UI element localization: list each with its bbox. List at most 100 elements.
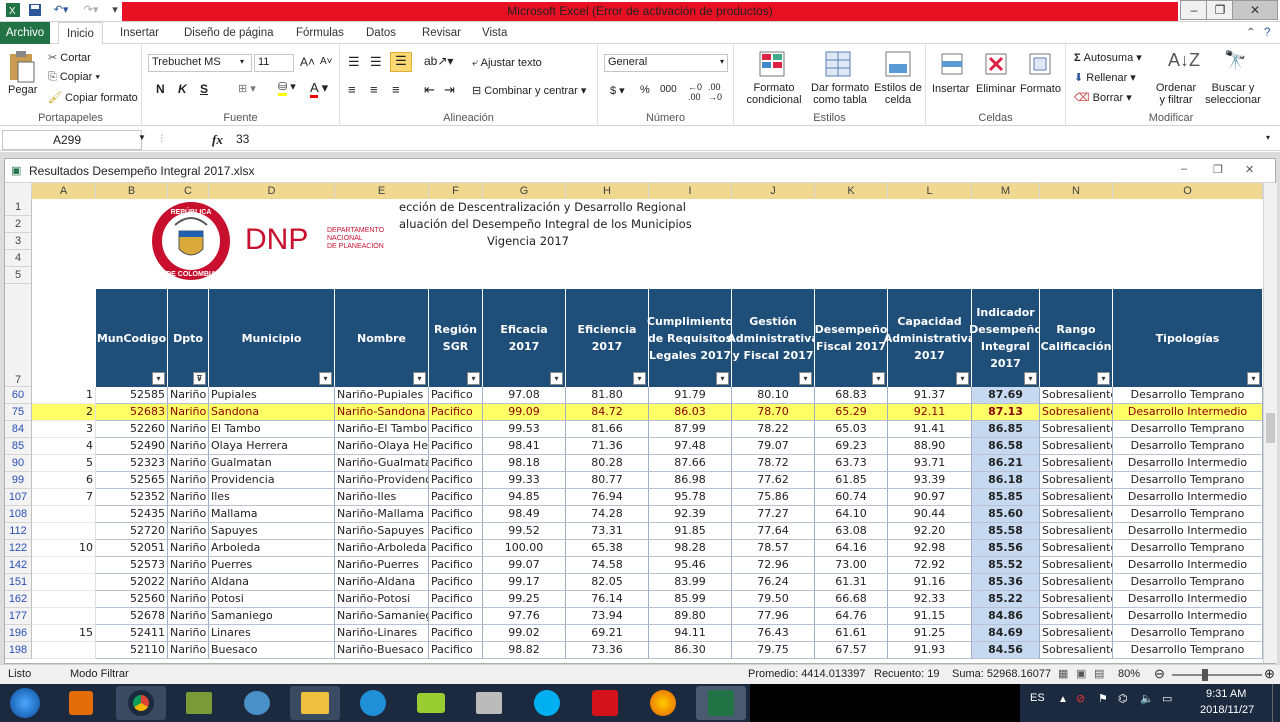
tab-formulas[interactable]: Fórmulas [288,22,352,44]
paste-icon[interactable] [8,50,36,87]
filter-dropdown-icon[interactable]: ▾ [872,372,885,385]
fill-color-icon[interactable]: ⛁ ▾ [278,80,296,96]
cell-n[interactable]: Sobresaliente [1040,574,1113,591]
row-header[interactable]: 107 [5,489,32,506]
cell-o[interactable]: Desarrollo Intermedio [1113,489,1263,506]
row-header[interactable]: 60 [5,387,32,404]
flag-tray-icon[interactable]: ⚑ [1098,692,1108,705]
cell-c[interactable]: Nariño [168,523,209,540]
delete-button[interactable]: Eliminar [976,83,1016,95]
cell-g[interactable]: 98.41 [483,438,566,455]
row-header[interactable]: 3 [5,233,32,250]
cell-n[interactable]: Sobresaliente [1040,642,1113,659]
delete-cells-icon[interactable] [982,50,1010,81]
cell-i[interactable]: 89.80 [649,608,732,625]
cell-e[interactable]: Nariño-Buesaco [335,642,429,659]
excel-taskbar-icon[interactable] [696,686,746,720]
cell-j[interactable]: 78.70 [732,404,815,421]
column-header-n[interactable]: N [1040,183,1113,199]
fill-button[interactable]: ⬇ Rellenar ▾ [1074,71,1136,84]
cell-k[interactable]: 61.85 [815,472,888,489]
tab-vista[interactable]: Vista [474,22,515,44]
cell-o[interactable]: Desarrollo Temprano [1113,421,1263,438]
cell-d[interactable]: Iles [209,489,335,506]
filter-dropdown-icon[interactable]: ▾ [956,372,969,385]
skype-icon[interactable] [522,686,572,720]
cell-e[interactable]: Nariño-Olaya Herre [335,438,429,455]
format-cells-icon[interactable] [1026,50,1054,81]
cell-e[interactable]: Nariño-Pupiales [335,387,429,404]
cell-b[interactable]: 52323 [96,455,168,472]
row-header[interactable]: 198 [5,642,32,659]
font-name-dropdown-icon[interactable]: ▾ [240,57,244,66]
cell-o[interactable]: Desarrollo Intermedio [1113,608,1263,625]
cell-l[interactable]: 91.16 [888,574,972,591]
filter-dropdown-icon[interactable]: ▾ [319,372,332,385]
cell-f[interactable]: Pacifico [429,489,483,506]
decrease-indent-icon[interactable]: ⇤ [424,82,435,98]
filter-dropdown-icon[interactable]: ▾ [550,372,563,385]
row-header[interactable]: 90 [5,455,32,472]
cell-b[interactable]: 52051 [96,540,168,557]
row-header[interactable]: 84 [5,421,32,438]
cell-h[interactable]: 73.31 [566,523,649,540]
cell-e[interactable]: Nariño-Aldana [335,574,429,591]
cell-m[interactable]: 87.69 [972,387,1040,404]
cell-n[interactable]: Sobresaliente [1040,506,1113,523]
cell-e[interactable]: Nariño-Iles [335,489,429,506]
cell-l[interactable]: 93.39 [888,472,972,489]
row-header[interactable]: 162 [5,591,32,608]
cell-a[interactable] [32,608,96,625]
cell-m[interactable]: 86.21 [972,455,1040,472]
cell-o[interactable]: Desarrollo Temprano [1113,506,1263,523]
cell-c[interactable]: Nariño [168,591,209,608]
cell-e[interactable]: Nariño-Providencia [335,472,429,489]
shrink-font-icon[interactable]: A˅ [320,56,333,67]
tab-diseno-pagina[interactable]: Diseño de página [176,22,282,44]
cell-e[interactable]: Nariño-Arboleda [335,540,429,557]
cell-n[interactable]: Sobresaliente [1040,625,1113,642]
cell-h[interactable]: 80.28 [566,455,649,472]
save-icon[interactable] [28,3,42,17]
cell-a[interactable]: 6 [32,472,96,489]
cell-l[interactable]: 91.93 [888,642,972,659]
filter-active-icon[interactable]: ⊽ [193,372,206,385]
cell-e[interactable]: Nariño-Linares [335,625,429,642]
cell-f[interactable]: Pacifico [429,438,483,455]
cell-d[interactable]: Sandona [209,404,335,421]
cell-b[interactable]: 52411 [96,625,168,642]
cell-a[interactable] [32,574,96,591]
cell-styles-button[interactable]: Estilos de celda [872,82,924,106]
cell-b[interactable]: 52110 [96,642,168,659]
zoom-slider[interactable] [1172,674,1262,676]
cell-l[interactable]: 72.92 [888,557,972,574]
font-size-select[interactable]: 11 [254,54,294,72]
cell-i[interactable]: 87.99 [649,421,732,438]
cell-n[interactable]: Sobresaliente [1040,591,1113,608]
cell-n[interactable]: Sobresaliente [1040,608,1113,625]
help-icon[interactable]: ? [1256,22,1278,44]
cell-m[interactable]: 85.22 [972,591,1040,608]
cell-e[interactable]: Nariño-El Tambo [335,421,429,438]
cell-i[interactable]: 86.30 [649,642,732,659]
cell-a[interactable]: 3 [32,421,96,438]
cell-o[interactable]: Desarrollo Temprano [1113,625,1263,642]
cell-g[interactable]: 97.76 [483,608,566,625]
cell-b[interactable]: 52683 [96,404,168,421]
cell-b[interactable]: 52585 [96,387,168,404]
cell-c[interactable]: Nariño [168,489,209,506]
cell-k[interactable]: 68.83 [815,387,888,404]
font-name-select[interactable]: Trebuchet MS [148,54,252,72]
row-header[interactable]: 7 [5,284,32,387]
find-icon[interactable]: 🔭 [1224,50,1246,71]
row-header[interactable]: 196 [5,625,32,642]
cell-f[interactable]: Pacifico [429,387,483,404]
cell-k[interactable]: 64.16 [815,540,888,557]
cell-h[interactable]: 71.36 [566,438,649,455]
cell-b[interactable]: 52490 [96,438,168,455]
cell-f[interactable]: Pacifico [429,557,483,574]
filter-dropdown-icon[interactable]: ▾ [716,372,729,385]
cell-h[interactable]: 74.28 [566,506,649,523]
power-tray-icon[interactable]: ▭ [1162,692,1172,705]
cell-h[interactable]: 69.21 [566,625,649,642]
